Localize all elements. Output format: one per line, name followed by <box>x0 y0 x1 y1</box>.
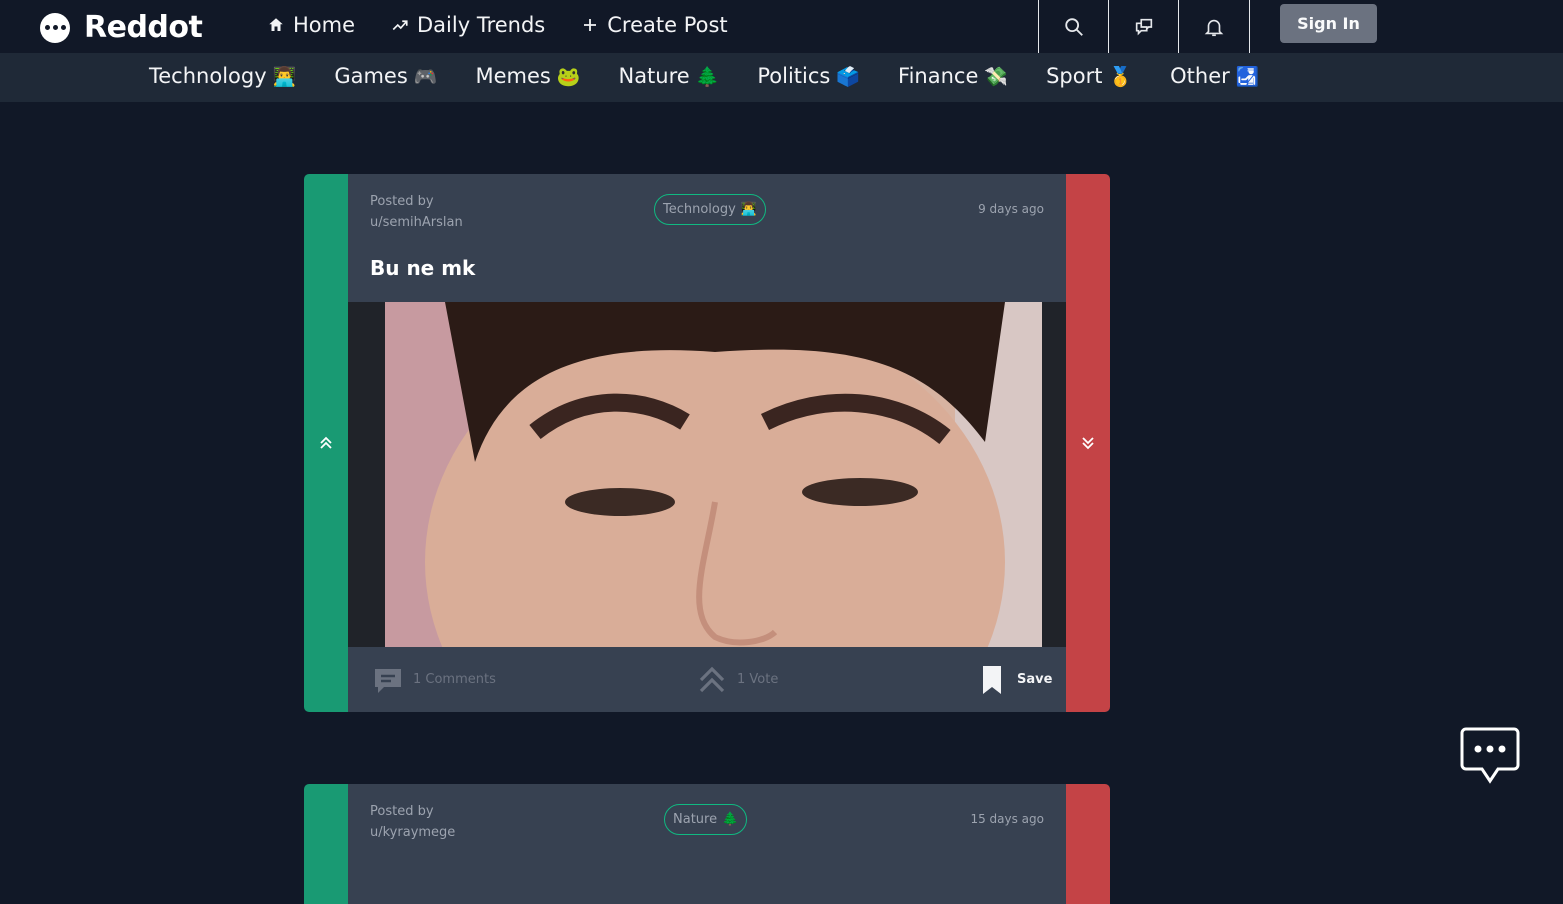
post-body: Posted by u/semihArslan Technology 👨‍💻 9… <box>348 174 1066 712</box>
category-label: Nature <box>618 64 690 88</box>
category-politics[interactable]: Politics 🗳️ <box>757 64 860 88</box>
technologist-icon: 👨‍💻 <box>272 66 297 88</box>
vote-count: 1 Vote <box>737 672 779 687</box>
plus-icon <box>584 19 597 31</box>
nav-home-link[interactable]: Home <box>267 13 355 37</box>
customs-icon: 🛃 <box>1235 66 1260 88</box>
top-navbar: Reddot Home Daily Trends Create Post Sig… <box>0 0 1563 53</box>
category-other[interactable]: Other 🛃 <box>1170 64 1259 88</box>
category-label: Other <box>1170 64 1230 88</box>
post-footer: 1 Comments 1 Vote Save <box>348 647 1066 712</box>
brand[interactable]: Reddot <box>40 10 203 45</box>
nav-links: Home Daily Trends Create Post <box>267 13 728 37</box>
post-author-block: Posted by u/kyraymege <box>370 801 455 843</box>
post-timestamp: 9 days ago <box>978 202 1044 216</box>
downvote-button[interactable] <box>1066 784 1110 904</box>
nav-daily-trends-link[interactable]: Daily Trends <box>391 13 545 37</box>
messages-button[interactable] <box>1108 0 1178 53</box>
category-memes[interactable]: Memes 🐸 <box>475 64 580 88</box>
category-label: Politics <box>757 64 831 88</box>
comments-button[interactable]: 1 Comments <box>372 664 496 696</box>
ballot-box-icon: 🗳️ <box>836 66 861 88</box>
chevrons-down-icon <box>1082 437 1094 450</box>
face-photo-illustration <box>385 302 1042 647</box>
tag-label: Nature <box>673 812 718 827</box>
downvote-button[interactable] <box>1066 174 1110 712</box>
category-bar: Technology 👨‍💻 Games 🎮 Memes 🐸 Nature 🌲 Poli… <box>0 53 1563 102</box>
comments-count: 1 Comments <box>413 672 496 687</box>
category-label: Technology <box>149 64 267 88</box>
category-nature[interactable]: Nature 🌲 <box>618 64 719 88</box>
frog-icon: 🐸 <box>556 66 581 88</box>
category-finance[interactable]: Finance 💸 <box>898 64 1008 88</box>
upvote-button[interactable] <box>304 784 348 904</box>
tree-icon: 🌲 <box>722 812 739 827</box>
sign-in-button[interactable]: Sign In <box>1280 4 1377 43</box>
post-timestamp: 15 days ago <box>970 812 1044 826</box>
nav-daily-trends-label: Daily Trends <box>417 13 546 37</box>
post-media <box>348 302 1066 647</box>
search-icon <box>1064 17 1083 36</box>
medal-icon: 🥇 <box>1108 66 1133 88</box>
save-label: Save <box>1017 672 1053 687</box>
nav-home-label: Home <box>293 13 356 37</box>
bookmark-icon <box>983 665 1001 694</box>
category-label: Sport <box>1046 64 1103 88</box>
chevrons-up-icon <box>699 666 725 692</box>
category-sport[interactable]: Sport 🥇 <box>1046 64 1132 88</box>
post-card: Posted by u/kyraymege Nature 🌲 15 days a… <box>304 784 1110 904</box>
posted-by-label: Posted by <box>370 194 434 209</box>
post-author[interactable]: u/semihArslan <box>370 212 463 233</box>
chat-bubbles-icon <box>1135 18 1152 35</box>
vote-count-button[interactable]: 1 Vote <box>696 664 778 696</box>
upvote-button[interactable] <box>304 174 348 712</box>
nav-create-post-label: Create Post <box>607 13 728 37</box>
home-icon <box>269 18 283 31</box>
category-games[interactable]: Games 🎮 <box>334 64 437 88</box>
bell-icon <box>1204 19 1224 36</box>
money-wings-icon: 💸 <box>984 66 1009 88</box>
logo-icon <box>40 12 70 43</box>
post-card: Posted by u/semihArslan Technology 👨‍💻 9… <box>304 174 1110 712</box>
save-button[interactable]: Save <box>976 664 1052 696</box>
category-list: Technology 👨‍💻 Games 🎮 Memes 🐸 Nature 🌲 Poli… <box>149 64 1297 88</box>
technologist-icon: 👨‍💻 <box>740 202 758 217</box>
tag-label: Technology <box>663 202 736 217</box>
search-button[interactable] <box>1038 0 1108 53</box>
category-label: Games <box>334 64 408 88</box>
post-category-tag[interactable]: Nature 🌲 <box>664 804 748 835</box>
category-label: Finance <box>898 64 979 88</box>
chat-bubble-icon <box>1460 727 1520 784</box>
chat-fab-button[interactable] <box>1460 727 1520 785</box>
comment-icon <box>375 668 401 693</box>
chevrons-up-icon <box>320 436 332 449</box>
post-header: Posted by u/kyraymege Nature 🌲 15 days a… <box>348 784 1066 856</box>
post-author-block: Posted by u/semihArslan <box>370 191 463 233</box>
trending-up-icon <box>392 20 408 31</box>
posted-by-label: Posted by <box>370 804 434 819</box>
header-icon-buttons <box>1038 0 1250 53</box>
nav-create-post-link[interactable]: Create Post <box>581 13 728 37</box>
brand-name: Reddot <box>84 10 203 45</box>
post-header: Posted by u/semihArslan Technology 👨‍💻 9… <box>348 174 1066 246</box>
post-category-tag[interactable]: Technology 👨‍💻 <box>654 194 767 225</box>
tree-icon: 🌲 <box>695 66 720 88</box>
gamepad-icon: 🎮 <box>413 66 438 88</box>
notifications-button[interactable] <box>1178 0 1250 53</box>
post-body: Posted by u/kyraymege Nature 🌲 15 days a… <box>348 784 1066 904</box>
category-technology[interactable]: Technology 👨‍💻 <box>149 64 296 88</box>
post-author[interactable]: u/kyraymege <box>370 822 455 843</box>
post-image[interactable] <box>385 302 1042 647</box>
post-title[interactable]: Bu ne mk <box>370 256 475 280</box>
category-label: Memes <box>475 64 551 88</box>
